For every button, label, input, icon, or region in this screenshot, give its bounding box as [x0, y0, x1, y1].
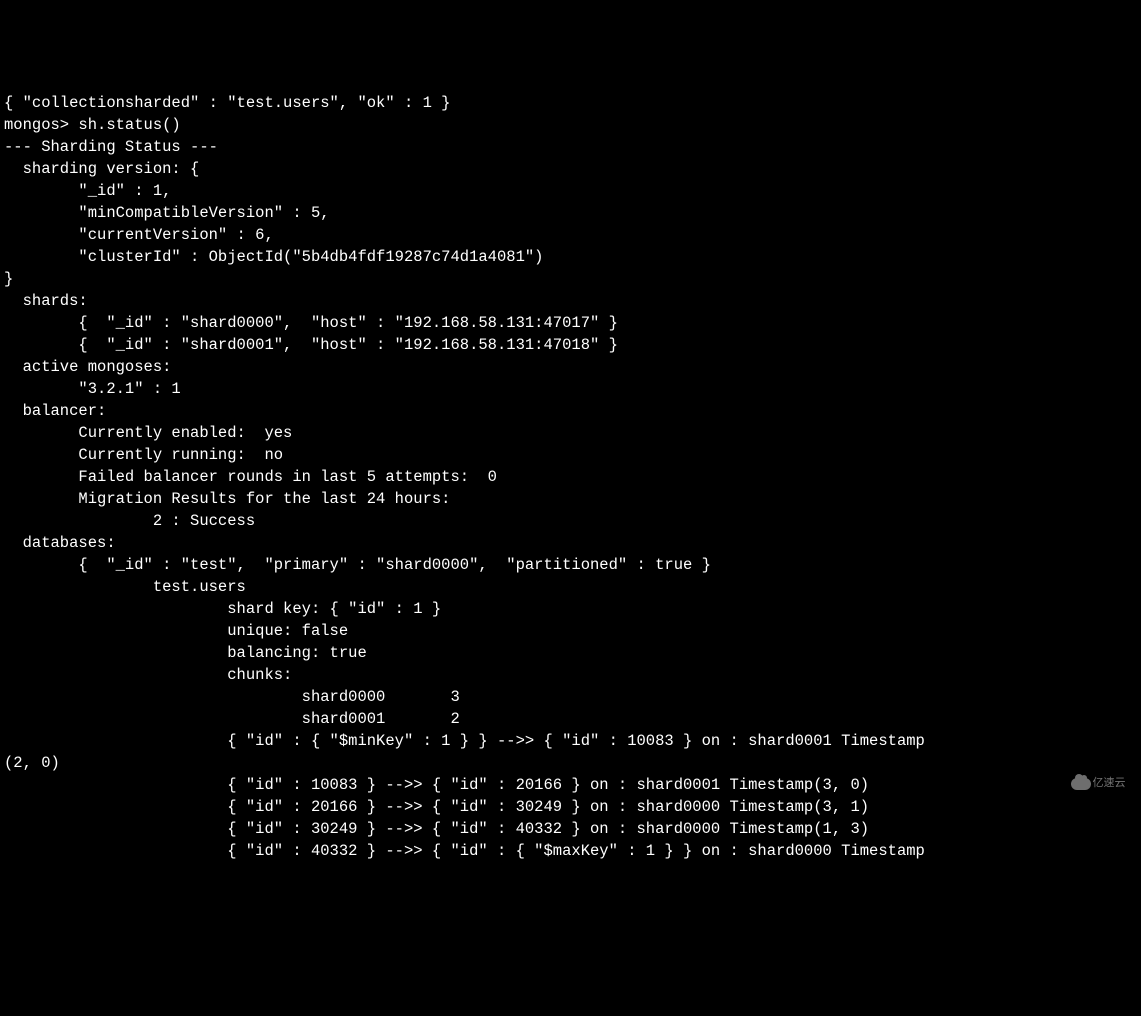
watermark-logo: 亿速云	[1063, 771, 1133, 797]
output-line: }	[4, 270, 13, 288]
output-line: "_id" : 1,	[4, 182, 171, 200]
output-line: 2 : Success	[4, 512, 255, 530]
output-line: "currentVersion" : 6,	[4, 226, 274, 244]
output-line: mongos> sh.status()	[4, 116, 181, 134]
output-line: { "_id" : "shard0000", "host" : "192.168…	[4, 314, 618, 332]
output-line: "clusterId" : ObjectId("5b4db4fdf19287c7…	[4, 248, 544, 266]
output-line: { "id" : 40332 } -->> { "id" : { "$maxKe…	[4, 842, 925, 860]
output-line: { "id" : { "$minKey" : 1 } } -->> { "id"…	[4, 732, 925, 750]
output-line: { "_id" : "shard0001", "host" : "192.168…	[4, 336, 618, 354]
watermark-text: 亿速云	[1093, 773, 1126, 795]
output-line: (2, 0)	[4, 754, 60, 772]
output-line: { "_id" : "test", "primary" : "shard0000…	[4, 556, 711, 574]
output-line: shard key: { "id" : 1 }	[4, 600, 441, 618]
output-line: Currently enabled: yes	[4, 424, 292, 442]
output-line: shard0000 3	[4, 688, 460, 706]
output-line: --- Sharding Status ---	[4, 138, 218, 156]
output-line: Migration Results for the last 24 hours:	[4, 490, 450, 508]
output-line: unique: false	[4, 622, 348, 640]
output-line: "minCompatibleVersion" : 5,	[4, 204, 330, 222]
cloud-icon	[1071, 778, 1091, 790]
output-line: test.users	[4, 578, 246, 596]
output-line: Failed balancer rounds in last 5 attempt…	[4, 468, 497, 486]
output-line: shards:	[4, 292, 88, 310]
output-line: "3.2.1" : 1	[4, 380, 181, 398]
terminal-output[interactable]: { "collectionsharded" : "test.users", "o…	[4, 92, 1137, 862]
output-line: { "id" : 20166 } -->> { "id" : 30249 } o…	[4, 798, 869, 816]
output-line: balancer:	[4, 402, 106, 420]
output-line: sharding version: {	[4, 160, 199, 178]
output-line: chunks:	[4, 666, 292, 684]
output-line: balancing: true	[4, 644, 367, 662]
output-line: { "collectionsharded" : "test.users", "o…	[4, 94, 450, 112]
output-line: active mongoses:	[4, 358, 171, 376]
output-line: databases:	[4, 534, 116, 552]
output-line: shard0001 2	[4, 710, 460, 728]
output-line: { "id" : 10083 } -->> { "id" : 20166 } o…	[4, 776, 869, 794]
output-line: Currently running: no	[4, 446, 283, 464]
output-line: { "id" : 30249 } -->> { "id" : 40332 } o…	[4, 820, 869, 838]
